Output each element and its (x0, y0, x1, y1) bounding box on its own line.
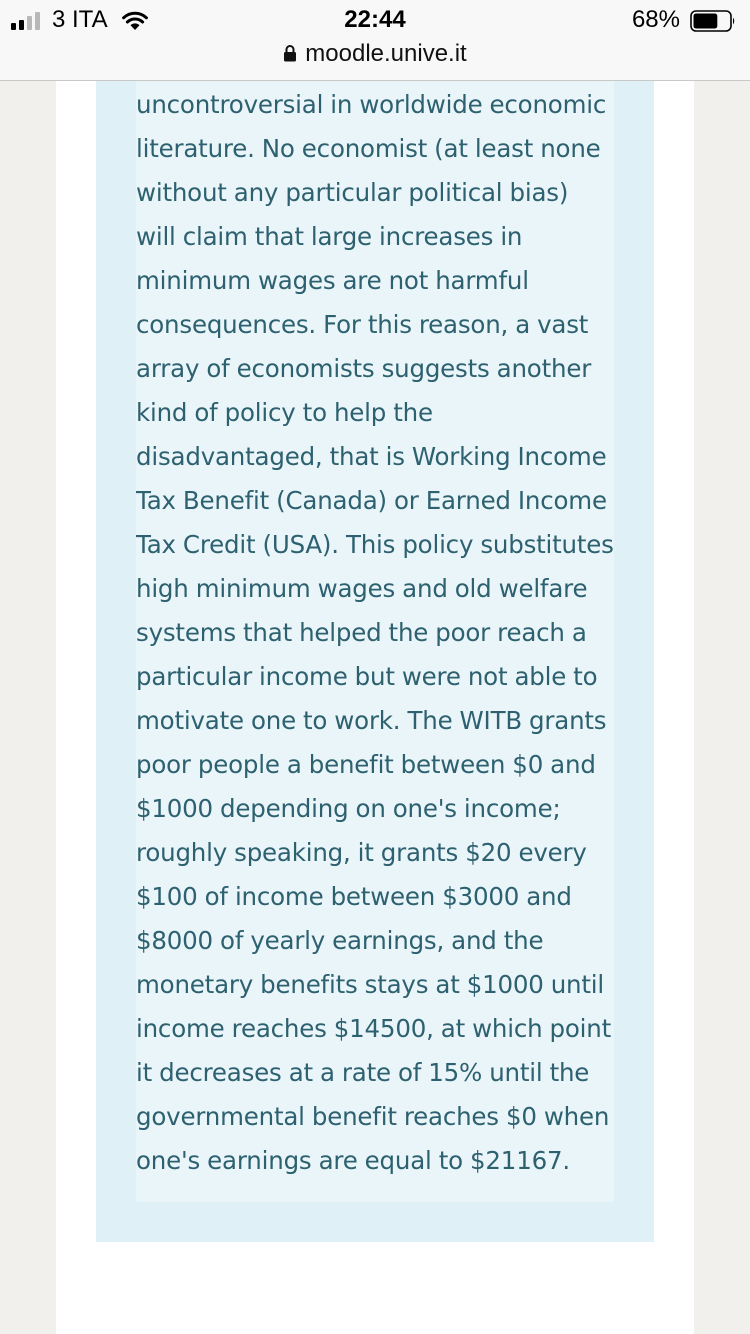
text-line: minimum wages are not harmful (136, 266, 529, 295)
text-line: governmental benefit reaches $0 when (136, 1102, 610, 1131)
text-line: Tax Credit (USA). This policy substitute… (136, 530, 614, 559)
text-selection-area[interactable]: something that is almostuncontroversial … (136, 60, 614, 1202)
text-line: without any particular political bias) (136, 178, 569, 207)
text-line: one's earnings are equal to $21167. (136, 1146, 570, 1175)
article-text[interactable]: something that is almostuncontroversial … (136, 60, 614, 1183)
text-line: kind of policy to help the (136, 398, 433, 427)
text-line: consequences. For this reason, a vast (136, 310, 589, 339)
text-line: monetary benefits stays at $1000 until (136, 970, 604, 999)
text-line: uncontroversial in worldwide economic (136, 90, 607, 119)
text-line: array of economists suggests another (136, 354, 592, 383)
text-line: poor people a benefit between $0 and (136, 750, 596, 779)
text-line: $100 of income between $3000 and (136, 882, 572, 911)
text-line: $1000 depending on one's income; (136, 794, 561, 823)
text-line: high minimum wages and old welfare (136, 574, 588, 603)
text-line: will claim that large increases in (136, 222, 523, 251)
text-line: motivate one to work. The WITB grants (136, 706, 607, 735)
address-bar[interactable]: moodle.unive.it (0, 40, 750, 68)
text-line: systems that helped the poor reach a (136, 618, 587, 647)
battery-icon (690, 10, 735, 32)
lock-icon (284, 45, 297, 62)
text-line: $8000 of yearly earnings, and the (136, 926, 544, 955)
url-text: moodle.unive.it (305, 40, 467, 67)
text-line: literature. No economist (at least none (136, 134, 601, 163)
text-line: roughly speaking, it grants $20 every (136, 838, 587, 867)
battery-percentage: 68% (631, 6, 680, 33)
text-line: income reaches $14500, at which point (136, 1014, 612, 1043)
text-line: disadvantaged, that is Working Income (136, 442, 607, 471)
text-line: it decreases at a rate of 15% until the (136, 1058, 590, 1087)
status-bar: 3 ITA 22:44 68% moodle.unive.it (0, 0, 750, 81)
text-line: particular income but were not able to (136, 662, 598, 691)
text-line: Tax Benefit (Canada) or Earned Income (136, 486, 607, 515)
